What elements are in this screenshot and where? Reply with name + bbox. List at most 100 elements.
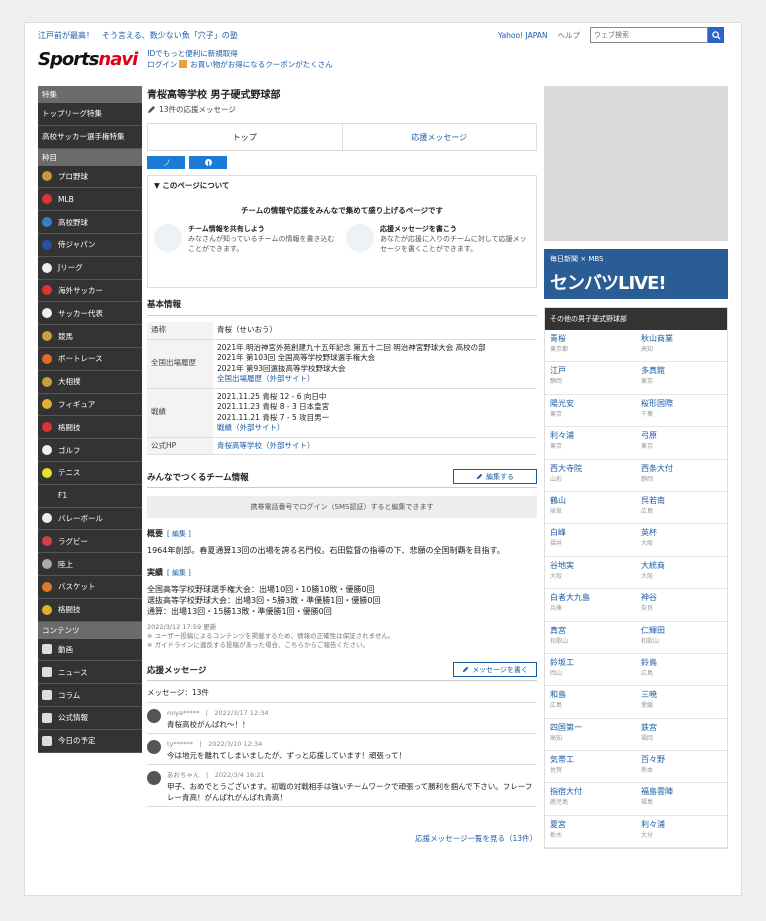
team-name[interactable]: 福島雲陣 <box>641 786 722 797</box>
sidebar-item-content[interactable]: 今日の予定 <box>38 729 142 753</box>
team-item[interactable]: 三暁 愛媛 <box>636 686 727 719</box>
senbatsu-live-banner[interactable]: 毎日新聞 × MBS センバツLIVE! <box>544 249 728 299</box>
team-name[interactable]: 秋山商業 <box>641 333 722 344</box>
team-item[interactable]: 陽光安 東京 <box>545 395 636 428</box>
yahoo-link[interactable]: Yahoo! JAPAN <box>498 31 547 40</box>
sidebar-item-sport[interactable]: 高校野球 <box>38 211 142 234</box>
sidebar-item-sport[interactable]: 陸上 <box>38 553 142 576</box>
all-messages-link[interactable]: 応援メッセージ一覧を見る（13件） <box>147 833 537 844</box>
sidebar-item-sport[interactable]: 海外サッカー <box>38 279 142 303</box>
sidebar-item-sport[interactable]: 大相撲 <box>38 370 142 394</box>
team-item[interactable]: 四国第一 高知 <box>545 719 636 752</box>
team-item[interactable]: 指宿大付 鹿児島 <box>545 783 636 816</box>
tab-top[interactable]: トップ <box>148 124 343 150</box>
write-message-button[interactable]: メッセージを書く <box>453 662 537 677</box>
sidebar-item-sport[interactable]: テニス <box>38 461 142 485</box>
team-item[interactable]: 多真館 東京 <box>636 362 727 395</box>
team-item[interactable]: 西条大付 静岡 <box>636 460 727 492</box>
team-name[interactable]: 英杯 <box>641 527 722 538</box>
team-item[interactable]: 呉若南 広島 <box>636 492 727 525</box>
team-name[interactable]: 白峰 <box>550 527 631 538</box>
team-name[interactable]: 夏宮 <box>550 819 631 830</box>
team-name[interactable]: 指宿大付 <box>550 786 631 797</box>
tab-messages[interactable]: 応援メッセージ <box>343 124 537 150</box>
team-item[interactable]: 真宮 和歌山 <box>545 622 636 654</box>
sidebar-item-sport[interactable]: ボートレース <box>38 347 142 371</box>
team-item[interactable]: 利々浦 大分 <box>636 816 727 849</box>
sidebar-item-sport[interactable]: F1 <box>38 484 142 508</box>
record-edit-link[interactable]: [ 編集 ] <box>167 569 191 577</box>
sidebar-item-sport[interactable]: ゴルフ <box>38 439 142 462</box>
team-item[interactable]: 西大寺院 山形 <box>545 460 636 492</box>
team-item[interactable]: 神谷 奈良 <box>636 589 727 622</box>
team-name[interactable]: 桜形国際 <box>641 398 722 409</box>
coupon-link[interactable]: お買い物がお得になるクーポンがたくさん <box>190 60 333 69</box>
team-item[interactable]: 秋山商業 高知 <box>636 330 727 363</box>
team-name[interactable]: 西条大付 <box>641 463 722 474</box>
results-link[interactable]: 戦績（外部サイト） <box>217 423 533 434</box>
sidebar-item-content[interactable]: ニュース <box>38 661 142 685</box>
about-toggle[interactable]: ▼ このページについて <box>154 180 530 191</box>
sidebar-item-sport[interactable]: 競馬 <box>38 325 142 348</box>
team-item[interactable]: 大統商 大阪 <box>636 557 727 590</box>
sidebar-item-sport[interactable]: 格闘技 <box>38 598 142 622</box>
login-to-edit-bar[interactable]: 携帯電話番号でログイン（SMS認証）すると編集できます <box>147 496 537 518</box>
sidebar-item-content[interactable]: 動画 <box>38 638 142 662</box>
sportsnavi-logo[interactable]: Sportsnavi <box>38 49 138 70</box>
edit-button[interactable]: 編集する <box>453 469 537 484</box>
team-name[interactable]: 和島 <box>550 689 631 700</box>
team-name[interactable]: 利々浦 <box>641 819 722 830</box>
team-name[interactable]: 多真館 <box>641 365 722 376</box>
team-name[interactable]: 百々野 <box>641 754 722 765</box>
team-item[interactable]: 気帯工 佐賀 <box>545 751 636 784</box>
team-name[interactable]: 鶴山 <box>550 495 631 506</box>
team-name[interactable]: 鈴坂工 <box>550 657 631 668</box>
team-name[interactable]: 陽光安 <box>550 398 631 409</box>
team-name[interactable]: 真宮 <box>550 625 631 636</box>
signup-link[interactable]: IDでもっと便利に新規取得 <box>147 48 333 59</box>
team-item[interactable]: 江戸 静岡 <box>545 362 636 395</box>
team-item[interactable]: 青桜 東京都 <box>545 330 636 363</box>
team-name[interactable]: 大統商 <box>641 560 722 571</box>
team-item[interactable]: 鶴山 岐阜 <box>545 492 636 525</box>
sidebar-item-feature[interactable]: 高校サッカー選手権特集 <box>38 125 142 149</box>
team-name[interactable]: 鈴鳥 <box>641 657 722 668</box>
official-site-link[interactable]: 青桜高等学校（外部サイト） <box>213 437 537 455</box>
team-item[interactable]: 利々浦 東京 <box>545 427 636 460</box>
sidebar-item-content[interactable]: 公式情報 <box>38 706 142 730</box>
sidebar-item-sport[interactable]: サッカー代表 <box>38 302 142 326</box>
team-name[interactable]: 神谷 <box>641 592 722 603</box>
ad-placeholder[interactable] <box>544 86 728 241</box>
sidebar-item-feature[interactable]: トップリーグ特集 <box>38 103 142 126</box>
search-input[interactable] <box>590 27 708 43</box>
sidebar-item-sport[interactable]: 侍ジャパン <box>38 233 142 257</box>
team-item[interactable]: 百々野 熊本 <box>636 751 727 784</box>
team-name[interactable]: 西大寺院 <box>550 463 631 474</box>
sidebar-item-content[interactable]: コラム <box>38 684 142 707</box>
sidebar-item-sport[interactable]: プロ野球 <box>38 165 142 189</box>
team-name[interactable]: 谷地実 <box>550 560 631 571</box>
team-name[interactable]: 弓原 <box>641 430 722 441</box>
team-name[interactable]: 利々浦 <box>550 430 631 441</box>
team-name[interactable]: 白者大九島 <box>550 592 631 603</box>
team-name[interactable]: 青桜 <box>550 333 631 344</box>
team-name[interactable]: 仁輝田 <box>641 625 722 636</box>
team-name[interactable]: 鉄宮 <box>641 722 722 733</box>
help-link[interactable]: ヘルプ <box>558 30 581 41</box>
sidebar-item-sport[interactable]: ラグビー <box>38 530 142 554</box>
team-item[interactable]: 白峰 福井 <box>545 524 636 557</box>
team-item[interactable]: 鈴鳥 広島 <box>636 654 727 687</box>
sidebar-item-sport[interactable]: バレーボール <box>38 507 142 531</box>
twitter-share-button[interactable] <box>147 156 185 169</box>
promo-link[interactable]: 江戸前が最高！ そう言える、数少ない魚「穴子」の塾 <box>38 30 238 41</box>
search-button[interactable] <box>708 27 724 43</box>
team-name[interactable]: 三暁 <box>641 689 722 700</box>
team-item[interactable]: 鈴坂工 岡山 <box>545 654 636 687</box>
sidebar-item-sport[interactable]: MLB <box>38 188 142 212</box>
team-item[interactable]: 英杯 大阪 <box>636 524 727 557</box>
team-item[interactable]: 鉄宮 福岡 <box>636 719 727 752</box>
sidebar-item-sport[interactable]: フィギュア <box>38 393 142 417</box>
history-link[interactable]: 全国出場履歴（外部サイト） <box>217 374 533 385</box>
team-item[interactable]: 和島 広島 <box>545 686 636 719</box>
team-name[interactable]: 呉若南 <box>641 495 722 506</box>
